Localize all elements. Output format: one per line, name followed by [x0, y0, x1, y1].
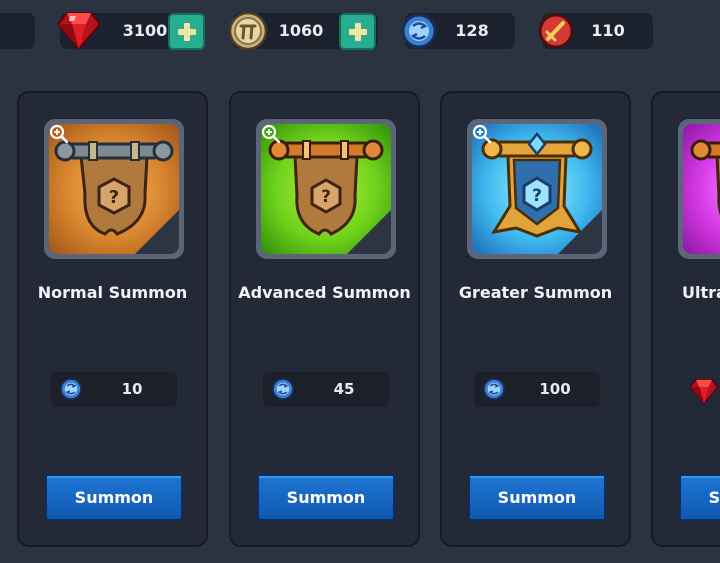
zoom-in-icon[interactable] — [49, 124, 69, 144]
ruby-gem-icon — [689, 379, 719, 405]
summon-shop-screen: 3100 1060 128 110 ? Normal Summon 10 Sum… — [0, 0, 720, 563]
scroll-art: ? — [472, 124, 602, 254]
cost-value: 100 — [539, 380, 571, 398]
zoom-in-icon[interactable] — [472, 124, 492, 144]
back-tab-stub[interactable] — [0, 13, 35, 49]
summon-card-normal[interactable]: ? Normal Summon 10 Summon — [17, 91, 208, 547]
summon-scroll-icon — [690, 139, 720, 216]
buy-coins-button[interactable] — [339, 13, 376, 50]
ruby-gem-icon — [56, 12, 102, 51]
svg-text:?: ? — [532, 186, 542, 206]
card-title: Greater Summon — [458, 283, 613, 302]
blue-token-value: 128 — [455, 21, 489, 40]
summon-button[interactable]: Summon — [257, 474, 395, 521]
summon-button[interactable]: Summon — [45, 474, 183, 521]
cost-display: 45 — [263, 372, 389, 407]
scroll-frame: ? — [464, 116, 610, 262]
red-sword-token-icon — [538, 13, 574, 49]
cost-display: 10 — [51, 372, 177, 407]
scroll-frame: ? — [253, 116, 399, 262]
scroll-art: ? — [261, 124, 391, 254]
scroll-art: ? — [49, 124, 179, 254]
red-token-value: 110 — [591, 21, 625, 40]
gold-coin-icon — [228, 11, 268, 51]
card-title: Advanced Summon — [238, 283, 411, 302]
svg-text:?: ? — [321, 187, 331, 207]
card-title: Normal Summon — [37, 283, 188, 302]
blue-summon-token-icon — [401, 13, 437, 49]
summon-button[interactable]: Summon — [468, 474, 606, 521]
buy-gems-button[interactable] — [168, 13, 205, 50]
card-title: Ultra Summon — [681, 283, 720, 302]
cost-value: 45 — [333, 380, 355, 398]
summon-button[interactable]: Summon — [679, 474, 720, 521]
scroll-art — [683, 124, 720, 254]
cost-value: 10 — [121, 380, 143, 398]
zoom-corner — [557, 209, 602, 254]
summon-card-greater[interactable]: ? Greater Summon 100 Summon — [440, 91, 631, 547]
blue-summon-token-icon — [59, 377, 83, 401]
zoom-corner — [134, 209, 179, 254]
coins-value: 1060 — [278, 21, 324, 40]
blue-summon-token-icon — [482, 377, 506, 401]
scroll-frame: ? — [41, 116, 187, 262]
scroll-frame — [675, 116, 720, 262]
cost-display — [685, 372, 720, 407]
zoom-corner — [346, 209, 391, 254]
svg-text:?: ? — [109, 187, 119, 208]
summon-card-ultra[interactable]: Ultra Summon Summon — [651, 91, 720, 547]
summon-card-advanced[interactable]: ? Advanced Summon 45 Summon — [229, 91, 420, 547]
zoom-in-icon[interactable] — [261, 124, 281, 144]
cost-display: 100 — [474, 372, 600, 407]
blue-summon-token-icon — [271, 377, 295, 401]
